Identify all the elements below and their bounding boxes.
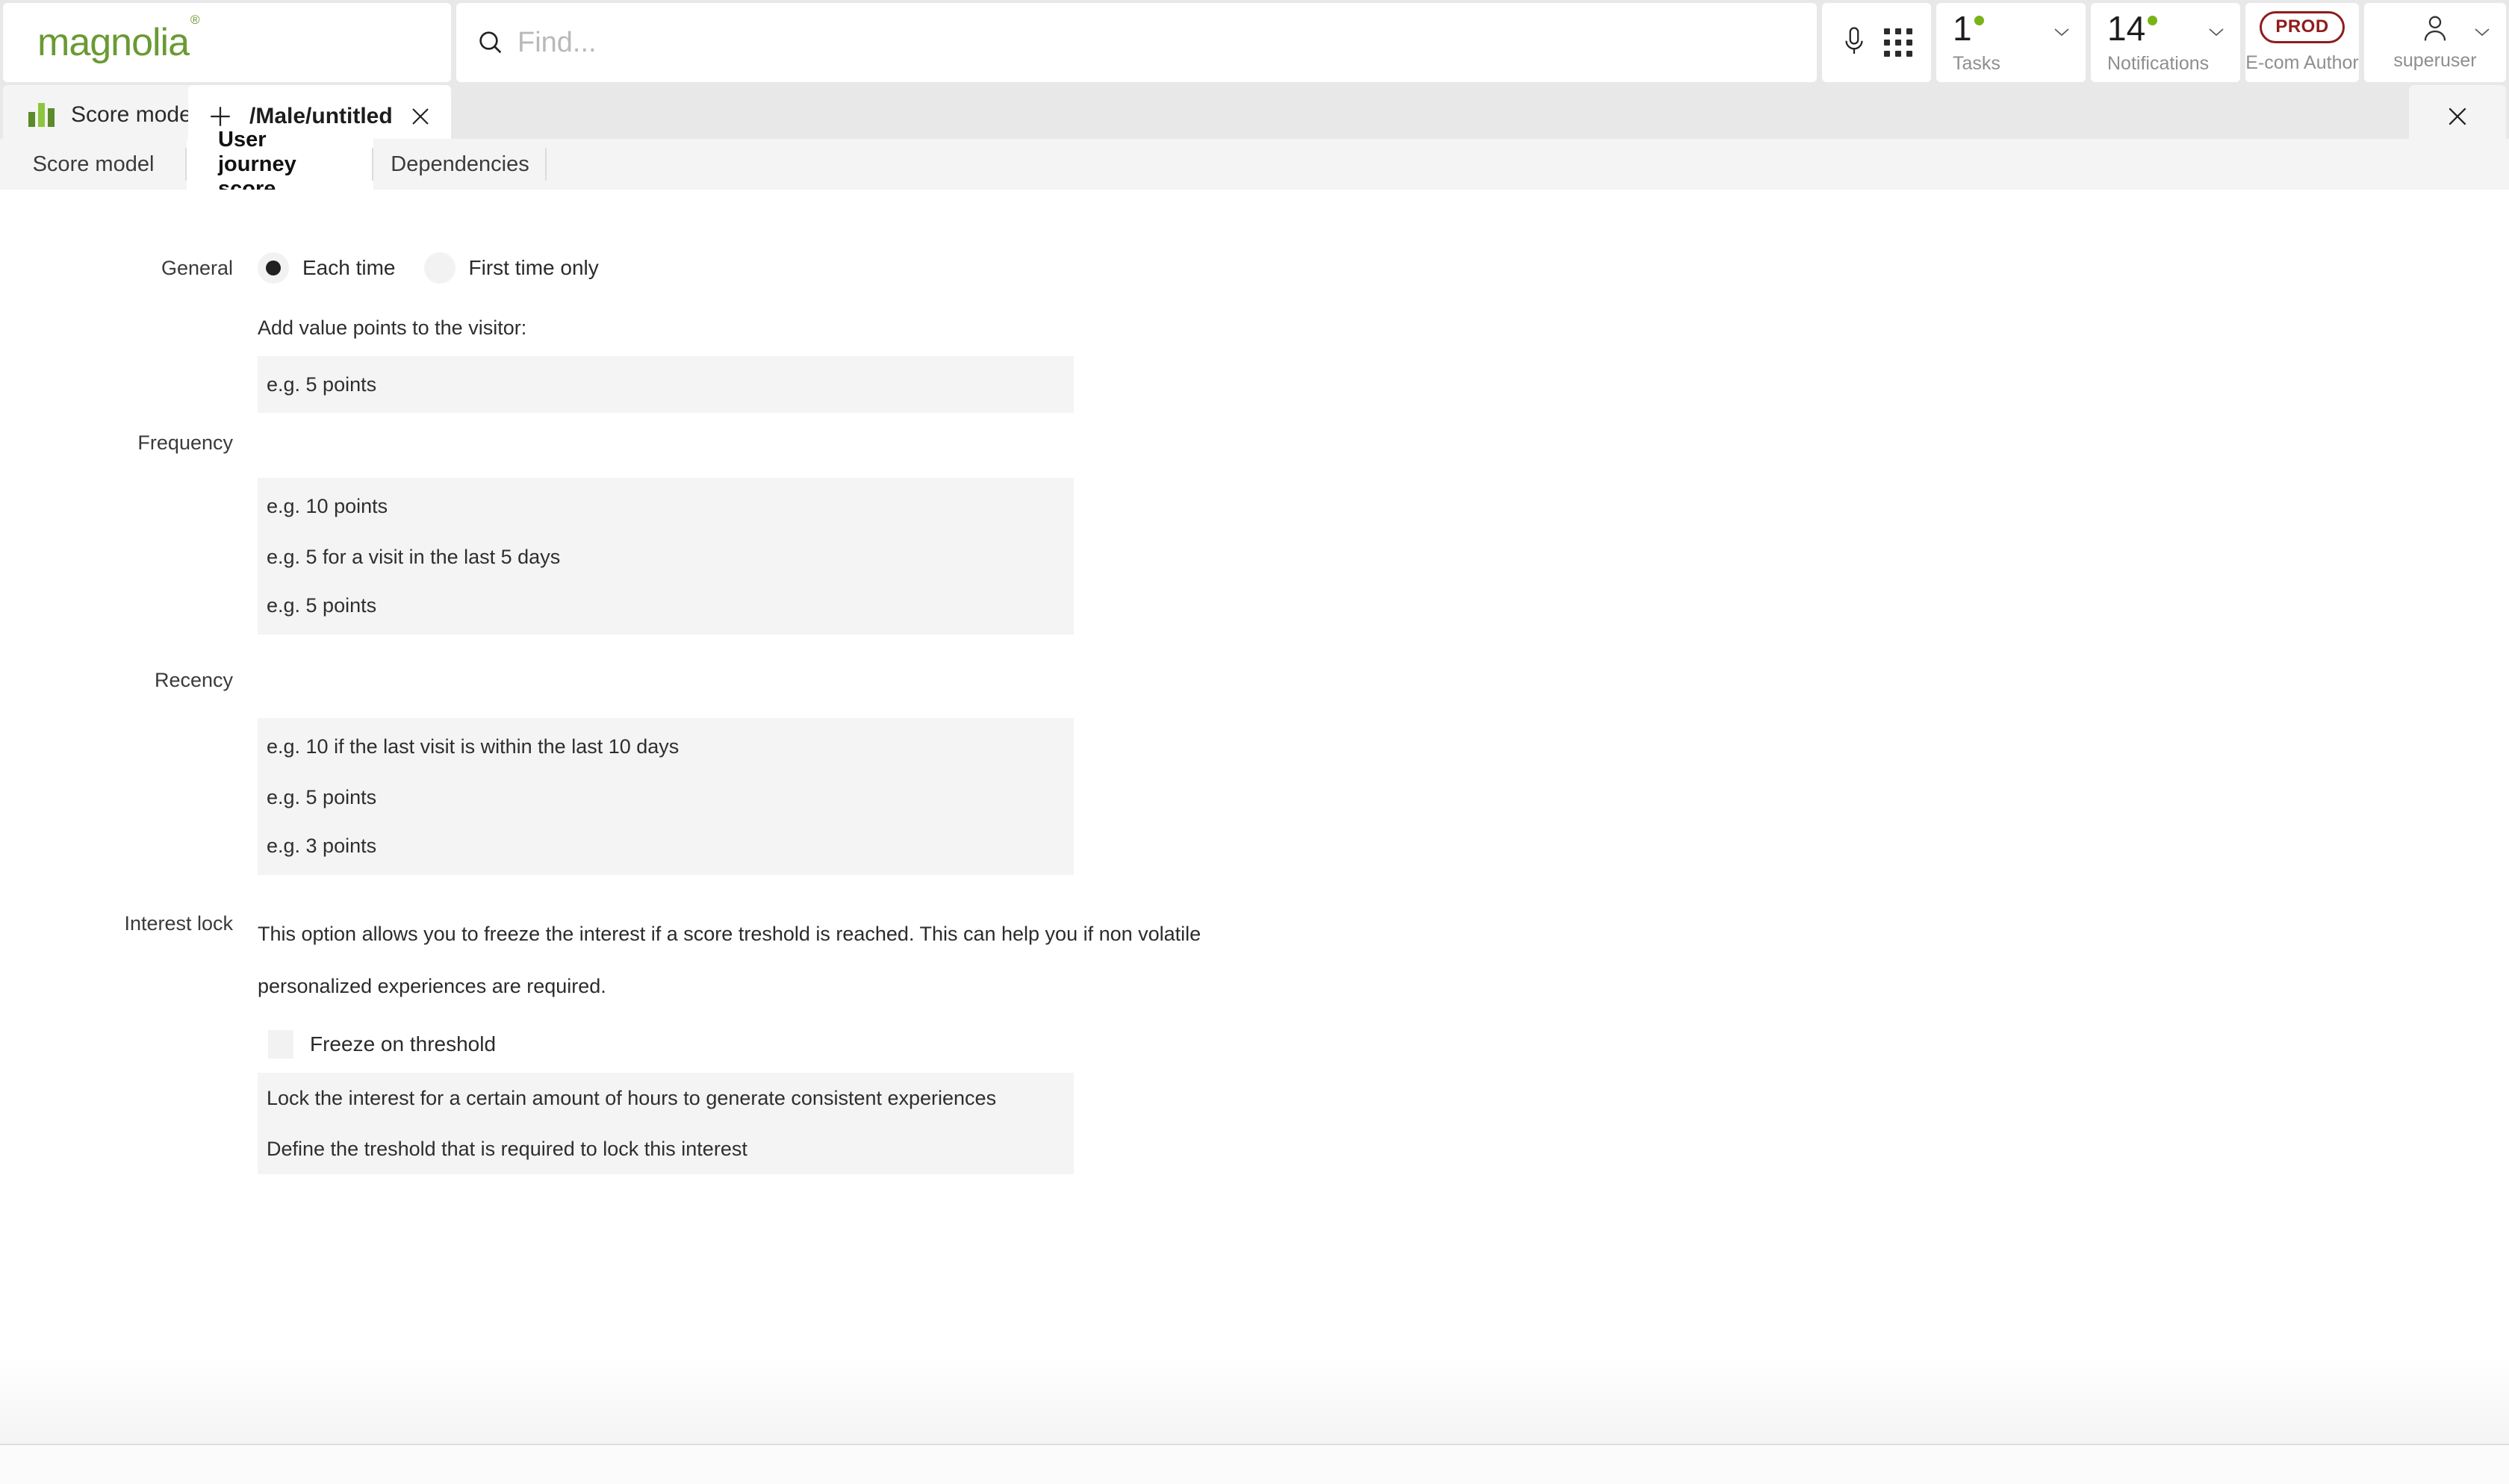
tasks-status-dot	[1974, 16, 1984, 25]
bar-chart-icon	[28, 103, 55, 127]
recency-box[interactable]: e.g. 10 if the last visit is within the …	[258, 718, 1074, 875]
tab-separator	[545, 148, 547, 181]
sub-tab-bar: Score model User journey score Dependenc…	[0, 139, 2509, 190]
logo-trademark: ®	[190, 13, 199, 27]
frequency-line-2: e.g. 5 for a visit in the last 5 days	[258, 546, 1074, 569]
frequency-line-1: e.g. 10 points	[258, 495, 1074, 518]
recency-line-2: e.g. 5 points	[258, 786, 1074, 809]
search-cell[interactable]	[456, 3, 1817, 82]
freeze-on-threshold-checkbox[interactable]: Freeze on threshold	[268, 1030, 1201, 1059]
tab-score-model[interactable]: Score model	[0, 139, 187, 190]
close-icon[interactable]	[409, 105, 432, 128]
chevron-down-icon[interactable]	[2207, 27, 2225, 37]
tab-label: Dependencies	[391, 152, 529, 177]
frequency-label: Frequency	[9, 431, 233, 455]
form-content-area: General Each time First time only Add va…	[0, 190, 2509, 1444]
content-bottom-shadow	[0, 1354, 2509, 1444]
interest-lock-line-2: Define the treshold that is required to …	[258, 1138, 1074, 1161]
user-avatar-icon	[2421, 14, 2449, 44]
tab-dependencies[interactable]: Dependencies	[373, 139, 547, 190]
environment-cell[interactable]: PROD E-com Author	[2245, 3, 2359, 82]
tab-strip: Score models /Male/untitled	[0, 82, 2509, 142]
status-footer	[0, 1444, 2509, 1484]
top-bar: magnolia® 1 Tasks 14 Notification	[0, 0, 2509, 82]
notifications-status-dot	[2148, 16, 2157, 25]
app-grid-icon[interactable]	[1884, 28, 1912, 57]
recency-label: Recency	[9, 669, 233, 692]
search-icon	[476, 28, 506, 57]
radio-each-time[interactable]: Each time	[258, 252, 396, 284]
tasks-cell[interactable]: 1 Tasks	[1936, 3, 2086, 82]
general-helper-text: Add value points to the visitor:	[258, 317, 1074, 340]
frequency-box[interactable]: e.g. 10 points e.g. 5 for a visit in the…	[258, 478, 1074, 635]
tasks-count: 1	[1953, 9, 1972, 48]
user-name: superuser	[2393, 50, 2476, 72]
interest-lock-line-1: Lock the interest for a certain amount o…	[258, 1087, 1074, 1110]
radio-each-time-label: Each time	[302, 256, 396, 280]
search-input[interactable]	[517, 27, 1791, 59]
freeze-on-threshold-checkbox-control[interactable]	[268, 1030, 293, 1059]
general-label: General	[9, 257, 233, 280]
environment-badge: PROD	[2260, 11, 2344, 43]
chevron-down-icon[interactable]	[2473, 27, 2491, 37]
document-tab-label: /Male/untitled	[249, 104, 393, 129]
radio-first-time-only-label: First time only	[469, 256, 599, 280]
interest-lock-description-line-2: personalized experiences are required.	[258, 960, 1201, 1012]
radio-each-time-control[interactable]	[258, 252, 289, 284]
tasks-label: Tasks	[1953, 53, 2000, 75]
general-value-points-placeholder: e.g. 5 points	[258, 373, 1074, 396]
environment-label: E-com Author	[2245, 52, 2358, 74]
notifications-label: Notifications	[2107, 53, 2209, 75]
app-tab-label: Score models	[71, 102, 208, 128]
interest-lock-fields: This option allows you to freeze the int…	[258, 908, 1201, 1174]
interest-lock-description-line-1: This option allows you to freeze the int…	[258, 908, 1201, 960]
user-cell[interactable]: superuser	[2364, 3, 2506, 82]
logo-cell[interactable]: magnolia®	[3, 3, 451, 82]
radio-selected-dot	[266, 261, 281, 275]
general-value-points-box[interactable]: e.g. 5 points	[258, 356, 1074, 413]
recency-line-3: e.g. 3 points	[258, 835, 1074, 858]
recency-line-1: e.g. 10 if the last visit is within the …	[258, 735, 1074, 758]
general-fields: Each time First time only Add value poin…	[258, 252, 1074, 413]
chevron-down-icon[interactable]	[2053, 27, 2071, 37]
interest-lock-label: Interest lock	[9, 912, 233, 935]
freeze-on-threshold-label: Freeze on threshold	[310, 1032, 496, 1056]
logo-text: magnolia	[37, 21, 189, 64]
radio-first-time-only[interactable]: First time only	[424, 252, 599, 284]
general-radio-group: Each time First time only	[258, 252, 1074, 284]
frequency-line-3: e.g. 5 points	[258, 594, 1074, 617]
plus-icon[interactable]	[208, 104, 233, 129]
microphone-icon[interactable]	[1841, 25, 1868, 60]
interest-lock-box[interactable]: Lock the interest for a certain amount o…	[258, 1073, 1074, 1174]
tab-user-journey-score[interactable]: User journey score	[187, 139, 373, 190]
close-icon[interactable]	[2446, 105, 2469, 128]
notifications-cell[interactable]: 14 Notifications	[2091, 3, 2240, 82]
radio-first-time-only-control[interactable]	[424, 252, 456, 284]
toolbar-icons-cell	[1822, 3, 1931, 82]
tab-label: Score model	[33, 152, 155, 177]
notifications-count: 14	[2107, 9, 2145, 48]
magnolia-logo[interactable]: magnolia®	[37, 23, 198, 62]
